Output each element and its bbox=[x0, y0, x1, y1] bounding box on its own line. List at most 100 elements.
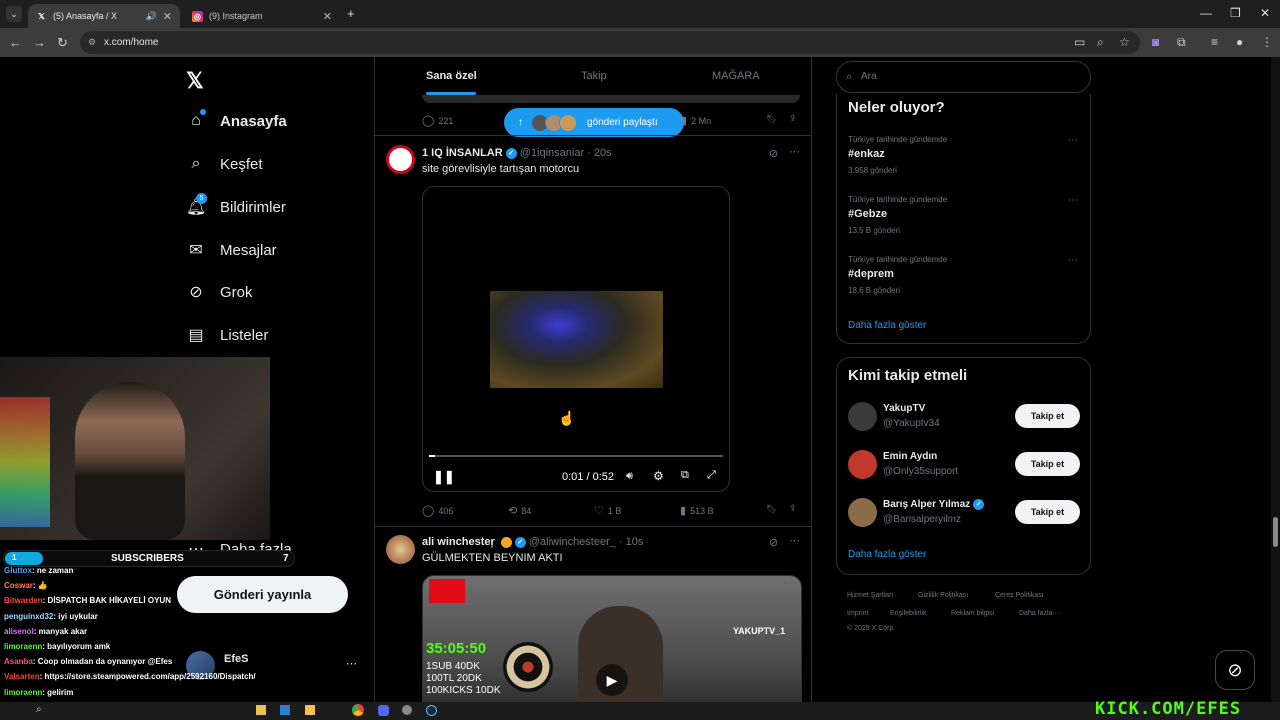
browser-tab-instagram[interactable]: ◎ (9) Instagram ✕ bbox=[184, 4, 340, 28]
tab-search-button[interactable]: ⌄ bbox=[6, 6, 22, 22]
speaker-icon[interactable]: 🔊 bbox=[146, 11, 157, 22]
close-tab-icon[interactable]: ✕ bbox=[323, 10, 332, 23]
taskbar-app-icon[interactable] bbox=[305, 705, 315, 715]
share-icon[interactable]: ⇪ bbox=[789, 503, 797, 514]
follow-button[interactable]: Takip et bbox=[1015, 500, 1080, 524]
grok-icon[interactable]: ⊘ bbox=[769, 536, 778, 549]
scrollbar-thumb[interactable] bbox=[1273, 517, 1278, 547]
nav-explore[interactable]: ⌕ Keşfet bbox=[186, 154, 263, 174]
settings-icon[interactable]: ⚙ bbox=[653, 469, 664, 483]
taskbar-app-icon[interactable] bbox=[256, 705, 266, 715]
video-player[interactable]: ❚❚ 0:01 / 0:52 🔊︎ ⚙ ⧉ ⤢ bbox=[422, 186, 730, 492]
video-frame[interactable] bbox=[490, 291, 663, 388]
nav-lists[interactable]: ▤ Listeler bbox=[186, 325, 268, 345]
grok-floating-button[interactable]: ⊘ bbox=[1215, 650, 1255, 690]
zoom-icon[interactable]: ⌕ bbox=[1097, 35, 1104, 50]
more-icon[interactable]: ⋯ bbox=[1068, 255, 1078, 266]
nav-home[interactable]: ⌂ Anasayfa bbox=[186, 109, 287, 131]
video-progress-bar[interactable] bbox=[429, 455, 723, 457]
taskbar-app-icon[interactable] bbox=[402, 705, 412, 715]
post-author[interactable]: 1 IQ İNSANLAR ✓ @1iqinsaniar · 20s bbox=[422, 147, 612, 159]
more-icon[interactable]: ⋯ bbox=[789, 534, 800, 547]
footer-link[interactable]: Daha fazla ··· bbox=[1019, 610, 1061, 617]
forward-icon[interactable]: → bbox=[33, 35, 46, 50]
search-icon[interactable]: ⌕ bbox=[36, 704, 42, 715]
footer-link[interactable]: Gizlilik Politikası bbox=[918, 592, 968, 599]
follow-suggestion[interactable]: Barış Alper Yılmaz ✓ @Barisalperyilmz Tak… bbox=[848, 496, 1080, 528]
post-author[interactable]: ali winchesteŗ ✓ @aliwinchesteer_ · 10s bbox=[422, 536, 643, 548]
nav-messages[interactable]: ✉ Mesajlar bbox=[186, 240, 276, 260]
bookmark-icon[interactable]: 🔖︎ bbox=[766, 504, 777, 515]
reload-icon[interactable]: ↻ bbox=[57, 35, 68, 51]
avatar[interactable] bbox=[848, 402, 877, 431]
views-action[interactable]: ▮ 2 Mn bbox=[681, 114, 711, 127]
reply-action[interactable]: ◯ 221 bbox=[422, 114, 453, 127]
more-icon[interactable]: ⋯ bbox=[1068, 195, 1078, 206]
search-input[interactable]: ⌕ Ara bbox=[836, 61, 1091, 93]
share-icon[interactable]: ⇪ bbox=[789, 113, 797, 124]
footer-link[interactable]: Reklam bilgisi bbox=[951, 610, 994, 617]
x-logo-icon[interactable]: 𝕏 bbox=[186, 68, 204, 94]
fullscreen-icon[interactable]: ⤢ bbox=[707, 469, 716, 482]
restore-icon[interactable]: ❐ bbox=[1230, 6, 1241, 20]
pause-icon[interactable]: ❚❚ bbox=[433, 469, 455, 485]
profile-icon[interactable]: ● bbox=[1236, 35, 1243, 49]
avatar[interactable] bbox=[848, 498, 877, 527]
more-icon[interactable]: ⋯ bbox=[346, 657, 357, 670]
steam-icon[interactable] bbox=[426, 705, 437, 716]
follow-suggestion[interactable]: Emin Aydın @Only35support Takip et bbox=[848, 448, 1080, 480]
media-control-icon[interactable]: ≡ bbox=[1211, 35, 1218, 49]
chrome-icon[interactable] bbox=[352, 704, 364, 716]
follow-button[interactable]: Takip et bbox=[1015, 452, 1080, 476]
follow-name[interactable]: Barış Alper Yılmaz ✓ bbox=[883, 499, 985, 510]
new-tab-icon[interactable]: + bbox=[347, 6, 355, 21]
tab-following[interactable]: Takip bbox=[581, 70, 607, 82]
menu-icon[interactable]: ⋮ bbox=[1261, 35, 1273, 49]
views-action[interactable]: ▮ 513 B bbox=[680, 504, 714, 517]
more-icon[interactable]: ⋯ bbox=[1068, 135, 1078, 146]
trend-item[interactable]: #deprem bbox=[848, 268, 894, 280]
grok-icon[interactable]: ⊘ bbox=[769, 147, 778, 160]
bookmark-icon[interactable]: 🔖︎ bbox=[766, 114, 777, 125]
back-icon[interactable]: ← bbox=[9, 35, 22, 50]
reply-action[interactable]: ◯ 406 bbox=[422, 504, 453, 517]
minimize-icon[interactable]: — bbox=[1200, 6, 1212, 20]
close-window-icon[interactable]: ✕ bbox=[1260, 6, 1270, 20]
cast-icon[interactable]: ▭ bbox=[1074, 35, 1085, 49]
footer-link[interactable]: Çerez Politikası bbox=[995, 592, 1044, 599]
discord-icon[interactable] bbox=[378, 705, 389, 716]
trend-item[interactable]: #Gebze bbox=[848, 208, 887, 220]
tab-for-you[interactable]: Sana özel bbox=[426, 70, 477, 82]
taskbar-app-icon[interactable] bbox=[280, 705, 290, 715]
show-more-link[interactable]: Daha fazla göster bbox=[848, 320, 926, 331]
volume-icon[interactable]: 🔊︎ bbox=[626, 470, 633, 483]
follow-name[interactable]: Emin Aydın bbox=[883, 451, 937, 462]
close-tab-icon[interactable]: ✕ bbox=[163, 10, 172, 23]
new-posts-pill[interactable]: ↑ gönderi paylaştı bbox=[504, 108, 684, 137]
browser-tab-x[interactable]: 𝕏 (5) Anasayfa / X 🔊 ✕ bbox=[28, 4, 180, 28]
post-handle[interactable]: @aliwinchesteer_ · 10s bbox=[529, 536, 644, 548]
footer-link[interactable]: Imprint bbox=[847, 610, 868, 617]
footer-link[interactable]: Erişilebilirlik bbox=[890, 610, 927, 617]
extensions-puzzle-icon[interactable]: ⧉ bbox=[1177, 35, 1186, 50]
repost-action[interactable]: ⟲ 84 bbox=[508, 504, 531, 517]
play-icon[interactable]: ▶ bbox=[596, 664, 628, 696]
trend-item[interactable]: #enkaz bbox=[848, 148, 885, 160]
show-more-link[interactable]: Daha fazla göster bbox=[848, 549, 926, 560]
more-icon[interactable]: ⋯ bbox=[789, 145, 800, 158]
bookmark-star-icon[interactable]: ☆ bbox=[1119, 35, 1130, 49]
address-bar[interactable]: ⚙ x.com/home bbox=[80, 31, 1140, 54]
extension-icon[interactable]: ◙ bbox=[1152, 35, 1159, 49]
video-player[interactable]: YAKUPTV_1 35:05:50 1SUB 40DK 100TL 20DK … bbox=[422, 575, 802, 715]
follow-name[interactable]: YakupTV bbox=[883, 403, 925, 414]
nav-grok[interactable]: ⊘ Grok bbox=[186, 282, 252, 302]
like-action[interactable]: ♡ 1 B bbox=[594, 504, 621, 517]
follow-button[interactable]: Takip et bbox=[1015, 404, 1080, 428]
nav-notifications[interactable]: 🔔︎ 5 Bildirimler bbox=[186, 193, 286, 217]
follow-suggestion[interactable]: YakupTV @Yakuptv34 Takip et bbox=[848, 400, 1080, 432]
avatar[interactable] bbox=[386, 145, 415, 174]
avatar[interactable] bbox=[848, 450, 877, 479]
avatar[interactable] bbox=[386, 535, 415, 564]
tab-magara[interactable]: MAĞARA bbox=[712, 70, 760, 82]
pip-icon[interactable]: ⧉ bbox=[681, 469, 689, 482]
